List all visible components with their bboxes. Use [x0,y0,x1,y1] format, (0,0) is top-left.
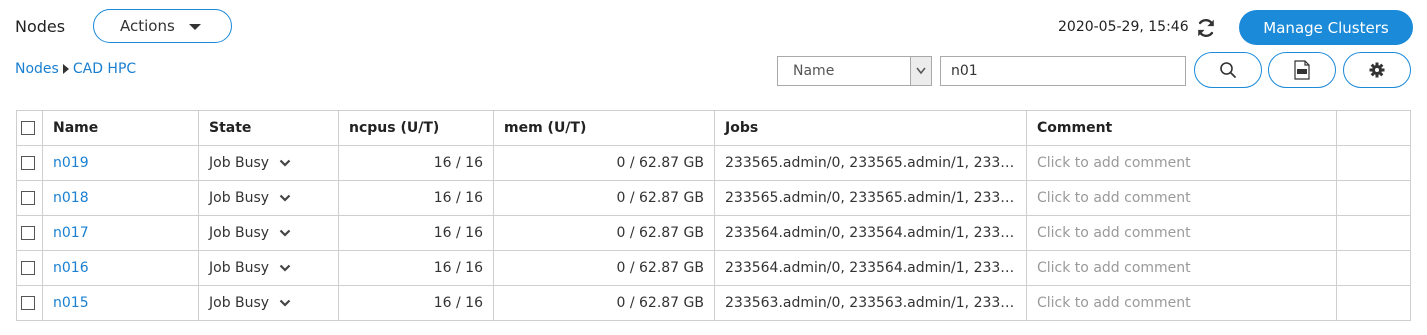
comment-placeholder[interactable]: Click to add comment [1026,145,1337,181]
ncpus-value: 16 / 16 [338,285,494,321]
search-icon [1220,62,1236,78]
select-all-checkbox[interactable] [21,121,35,135]
table-row: n017 Job Busy 16 / 16 0 / 62.87 GB 23356… [16,215,1411,251]
dropdown-caret-icon [189,24,201,30]
chevron-down-icon [916,67,926,75]
select-all-cell [16,110,43,146]
mem-value: 0 / 62.87 GB [493,285,715,321]
jobs-value: 233564.admin/0, 233564.admin/1, 2335... [714,215,1027,251]
last-updated-timestamp: 2020-05-29, 15:46 [1058,19,1189,35]
column-header-jobs[interactable]: Jobs [714,110,1027,146]
node-state: Job Busy [209,260,270,276]
mem-value: 0 / 62.87 GB [493,145,715,181]
mem-value: 0 / 62.87 GB [493,215,715,251]
row-checkbox[interactable] [21,261,35,275]
row-checkbox[interactable] [21,191,35,205]
node-name-link[interactable]: n017 [53,225,89,241]
select-arrow[interactable] [910,57,931,85]
refresh-icon[interactable] [1195,17,1217,39]
page-title: Nodes [15,17,66,36]
gear-icon [1369,62,1385,78]
ncpus-value: 16 / 16 [338,250,494,286]
search-button[interactable] [1194,52,1262,88]
table-row: n018 Job Busy 16 / 16 0 / 62.87 GB 23356… [16,180,1411,216]
node-state: Job Busy [209,190,270,206]
node-state: Job Busy [209,155,270,171]
table-row: n016 Job Busy 16 / 16 0 / 62.87 GB 23356… [16,250,1411,286]
table-row: n019 Job Busy 16 / 16 0 / 62.87 GB 23356… [16,145,1411,181]
filter-value-input[interactable] [940,56,1186,86]
breadcrumb-nodes-link[interactable]: Nodes [15,61,59,77]
breadcrumb-separator-icon [62,64,69,74]
export-csv-button[interactable] [1268,52,1336,88]
column-header-comment[interactable]: Comment [1026,110,1337,146]
column-header-state[interactable]: State [198,110,339,146]
actions-dropdown-button[interactable]: Actions [93,9,232,43]
filter-field-value: Name [793,63,835,79]
node-name-link[interactable]: n018 [53,190,89,206]
node-state: Job Busy [209,225,270,241]
jobs-value: 233564.admin/0, 233564.admin/1, 2335... [714,250,1027,286]
row-checkbox[interactable] [21,296,35,310]
chevron-down-icon[interactable] [279,264,291,272]
chevron-down-icon[interactable] [279,299,291,307]
node-name-link[interactable]: n015 [53,295,89,311]
column-header-ncpus[interactable]: ncpus (U/T) [338,110,494,146]
jobs-value: 233563.admin/0, 233563.admin/1, 2335... [714,285,1027,321]
jobs-value: 233565.admin/0, 233565.admin/1, 2335... [714,180,1027,216]
table-header-row: Name State ncpus (U/T) mem (U/T) Jobs Co… [16,110,1411,146]
breadcrumb: Nodes CAD HPC [15,61,136,77]
breadcrumb-current[interactable]: CAD HPC [73,61,136,77]
column-header-name[interactable]: Name [42,110,199,146]
chevron-down-icon[interactable] [279,229,291,237]
actions-label: Actions [120,17,175,35]
column-header-mem[interactable]: mem (U/T) [493,110,715,146]
settings-button[interactable] [1343,52,1411,88]
comment-placeholder[interactable]: Click to add comment [1026,215,1337,251]
ncpus-value: 16 / 16 [338,145,494,181]
table-row: n015 Job Busy 16 / 16 0 / 62.87 GB 23356… [16,285,1411,321]
manage-clusters-button[interactable]: Manage Clusters [1239,10,1413,45]
jobs-value: 233565.admin/0, 233565.admin/1, 2335... [714,145,1027,181]
nodes-table: Name State ncpus (U/T) mem (U/T) Jobs Co… [16,110,1411,321]
column-header-extra [1336,110,1411,146]
comment-placeholder[interactable]: Click to add comment [1026,180,1337,216]
row-checkbox[interactable] [21,226,35,240]
node-name-link[interactable]: n019 [53,155,89,171]
ncpus-value: 16 / 16 [338,215,494,251]
row-checkbox[interactable] [21,156,35,170]
comment-placeholder[interactable]: Click to add comment [1026,250,1337,286]
ncpus-value: 16 / 16 [338,180,494,216]
mem-value: 0 / 62.87 GB [493,180,715,216]
csv-export-icon [1294,60,1310,80]
filter-field-select[interactable]: Name [777,56,932,86]
node-name-link[interactable]: n016 [53,260,89,276]
chevron-down-icon[interactable] [279,194,291,202]
comment-placeholder[interactable]: Click to add comment [1026,285,1337,321]
mem-value: 0 / 62.87 GB [493,250,715,286]
node-state: Job Busy [209,295,270,311]
chevron-down-icon[interactable] [279,159,291,167]
